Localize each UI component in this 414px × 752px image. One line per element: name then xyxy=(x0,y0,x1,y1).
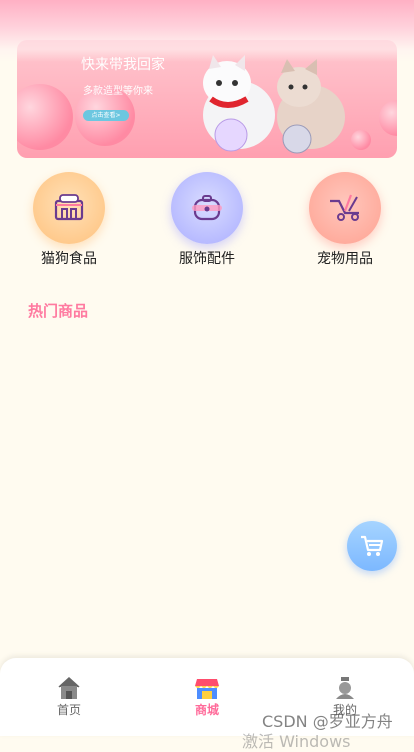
decor-ball xyxy=(17,84,73,150)
category-pet-supplies[interactable]: 宠物用品 xyxy=(285,172,405,282)
tab-shop[interactable]: 商城 xyxy=(157,658,257,736)
home-icon xyxy=(58,676,80,699)
category-label: 猫狗食品 xyxy=(41,251,97,267)
hot-products-title: 热门商品 xyxy=(28,302,89,320)
cart-button[interactable] xyxy=(347,521,397,571)
shop-icon xyxy=(195,679,219,699)
category-label: 服饰配件 xyxy=(179,251,235,267)
toy-cats-image xyxy=(203,55,345,154)
accessory-icon xyxy=(171,172,243,244)
pet-supplies-icon xyxy=(309,172,381,244)
decor-ball xyxy=(379,100,397,136)
category-accessories[interactable]: 服饰配件 xyxy=(147,172,267,282)
top-gradient xyxy=(0,0,414,62)
pet-food-icon xyxy=(33,172,105,244)
profile-icon xyxy=(336,677,354,699)
category-label: 宠物用品 xyxy=(317,251,373,267)
tab-label: 首页 xyxy=(56,703,81,717)
windows-activation-watermark: 激活 Windows xyxy=(242,732,351,751)
banner-button[interactable]: 点击查看> xyxy=(83,110,129,121)
banner-subtitle: 多款造型等你来 xyxy=(83,86,153,97)
tab-label: 商城 xyxy=(194,703,219,717)
cart-icon xyxy=(361,535,384,556)
category-pet-food[interactable]: 猫狗食品 xyxy=(9,172,129,282)
tab-home[interactable]: 首页 xyxy=(19,658,119,736)
category-row: 猫狗食品 服饰配件 宠物用品 xyxy=(0,172,414,282)
